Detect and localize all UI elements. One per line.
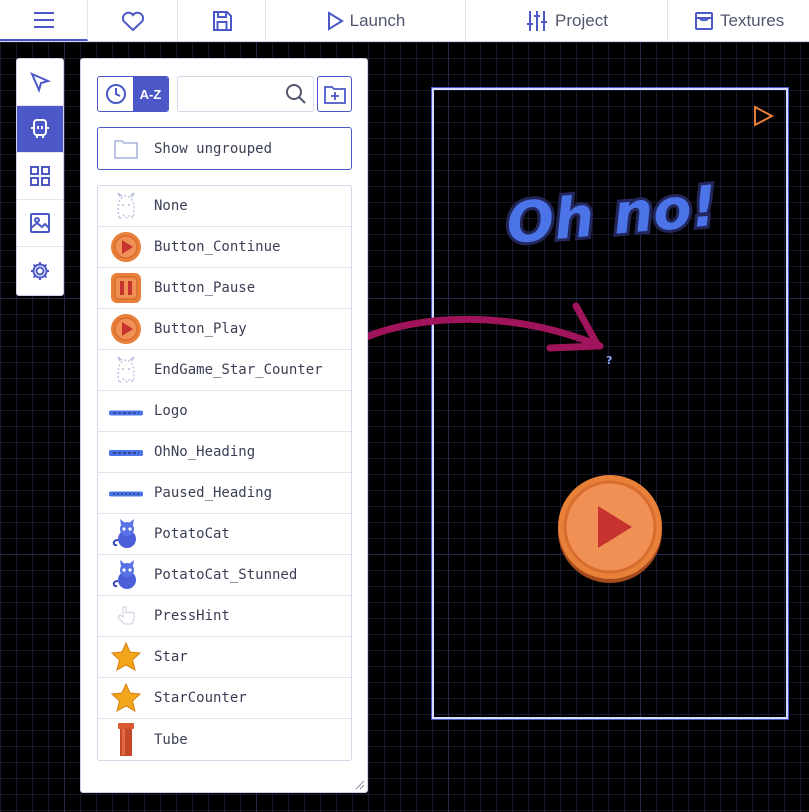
- paused-text-thumbnail: [98, 473, 154, 513]
- sort-toggle: A-Z: [97, 76, 169, 112]
- folder-icon: [114, 139, 138, 159]
- favorite-tab[interactable]: [88, 0, 178, 41]
- ohno-heading[interactable]: Oh no!: [502, 168, 722, 258]
- template-item[interactable]: StarCounter: [98, 678, 351, 719]
- heart-icon: [121, 11, 144, 31]
- project-tab[interactable]: Project: [466, 0, 668, 41]
- cursor-arrow-icon: [30, 72, 51, 93]
- template-item[interactable]: Button_Play: [98, 309, 351, 350]
- hand-thumbnail: [98, 596, 154, 636]
- cat-thumbnail: [98, 555, 154, 595]
- template-item[interactable]: PotatoCat_Stunned: [98, 555, 351, 596]
- play-button-widget[interactable]: [556, 474, 664, 584]
- image-icon: [30, 213, 50, 233]
- star-thumbnail: [98, 678, 154, 718]
- template-item[interactable]: Star: [98, 637, 351, 678]
- resize-handle-icon[interactable]: [355, 780, 365, 790]
- play-triangle-icon: [327, 10, 344, 31]
- ohno-text-thumbnail: [98, 432, 154, 472]
- star-thumbnail: [98, 637, 154, 677]
- play-button-thumbnail: [98, 309, 154, 349]
- template-item[interactable]: Logo: [98, 391, 351, 432]
- grid-line: [64, 42, 65, 812]
- template-name: EndGame_Star_Counter: [154, 362, 323, 378]
- hamburger-icon: [33, 11, 54, 28]
- play-button-thumbnail: [98, 227, 154, 267]
- pause-button-thumbnail: [98, 268, 154, 308]
- add-folder-button[interactable]: [317, 76, 352, 112]
- template-name: Button_Continue: [154, 239, 281, 255]
- launch-label: Launch: [349, 10, 406, 30]
- top-bar: Launch Project Textures: [0, 0, 809, 42]
- robot-icon: [31, 119, 49, 138]
- template-list: None Button_Continue Button_Pause Button_Pl…: [97, 185, 352, 761]
- template-item[interactable]: PotatoCat: [98, 514, 351, 555]
- template-item[interactable]: PressHint: [98, 596, 351, 637]
- show-ungrouped-button[interactable]: Show ungrouped: [97, 127, 352, 170]
- template-name: PotatoCat_Stunned: [154, 567, 298, 583]
- template-name: Star: [154, 649, 188, 665]
- annotation-arrow: [334, 302, 604, 356]
- template-name: OhNo_Heading: [154, 444, 256, 460]
- backgrounds-tool[interactable]: [17, 200, 63, 247]
- ghost-thumbnail: [98, 186, 154, 226]
- sliders-icon: [527, 10, 548, 31]
- cursor-mark: ?: [606, 354, 613, 367]
- launch-tab[interactable]: Launch: [266, 0, 466, 41]
- template-item[interactable]: Button_Continue: [98, 227, 351, 268]
- grid-icon: [30, 166, 50, 186]
- search-icon[interactable]: [285, 83, 307, 110]
- tool-bar: [16, 58, 64, 296]
- template-item[interactable]: EndGame_Star_Counter: [98, 350, 351, 391]
- templates-panel: A-Z Show ungrouped None Button_Continue Bu…: [80, 58, 368, 793]
- search-field[interactable]: [177, 76, 314, 112]
- menu-tab[interactable]: [0, 0, 88, 41]
- sort-by-date-button[interactable]: [98, 77, 133, 111]
- ghost-thumbnail: [98, 350, 154, 390]
- template-name: Button_Play: [154, 321, 247, 337]
- clock-icon: [105, 84, 126, 104]
- project-label: Project: [555, 10, 608, 30]
- cat-thumbnail: [98, 514, 154, 554]
- template-item[interactable]: Button_Pause: [98, 268, 351, 309]
- launch-scene-icon[interactable]: [751, 104, 775, 128]
- save-tab[interactable]: [178, 0, 266, 41]
- settings-tool[interactable]: [17, 247, 63, 294]
- template-item[interactable]: OhNo_Heading: [98, 432, 351, 473]
- select-tool[interactable]: [17, 59, 63, 106]
- textures-tab[interactable]: Textures: [668, 0, 809, 41]
- template-name: Logo: [154, 403, 188, 419]
- template-item[interactable]: Tube: [98, 719, 351, 760]
- search-input[interactable]: [178, 77, 278, 111]
- templates-tool[interactable]: [17, 106, 63, 153]
- template-name: StarCounter: [154, 690, 247, 706]
- template-item[interactable]: None: [98, 186, 351, 227]
- texture-icon: [695, 11, 713, 30]
- template-name: Tube: [154, 731, 188, 748]
- template-name: Paused_Heading: [154, 485, 273, 501]
- floppy-disk-icon: [212, 10, 232, 31]
- tube-thumbnail: [98, 720, 154, 760]
- textures-label: Textures: [720, 10, 785, 30]
- folder-plus-icon: [323, 86, 346, 104]
- template-name: PressHint: [154, 608, 230, 624]
- ohno-heading-text: Oh no!: [504, 174, 720, 257]
- template-item[interactable]: Paused_Heading: [98, 473, 351, 514]
- gear-icon: [31, 261, 49, 280]
- tiles-tool[interactable]: [17, 153, 63, 200]
- template-name: Button_Pause: [154, 280, 256, 296]
- show-ungrouped-label: Show ungrouped: [154, 140, 273, 157]
- template-name: PotatoCat: [154, 526, 230, 542]
- sort-by-name-button[interactable]: A-Z: [133, 77, 168, 111]
- logo-text-thumbnail: [98, 391, 154, 431]
- template-name: None: [154, 198, 188, 214]
